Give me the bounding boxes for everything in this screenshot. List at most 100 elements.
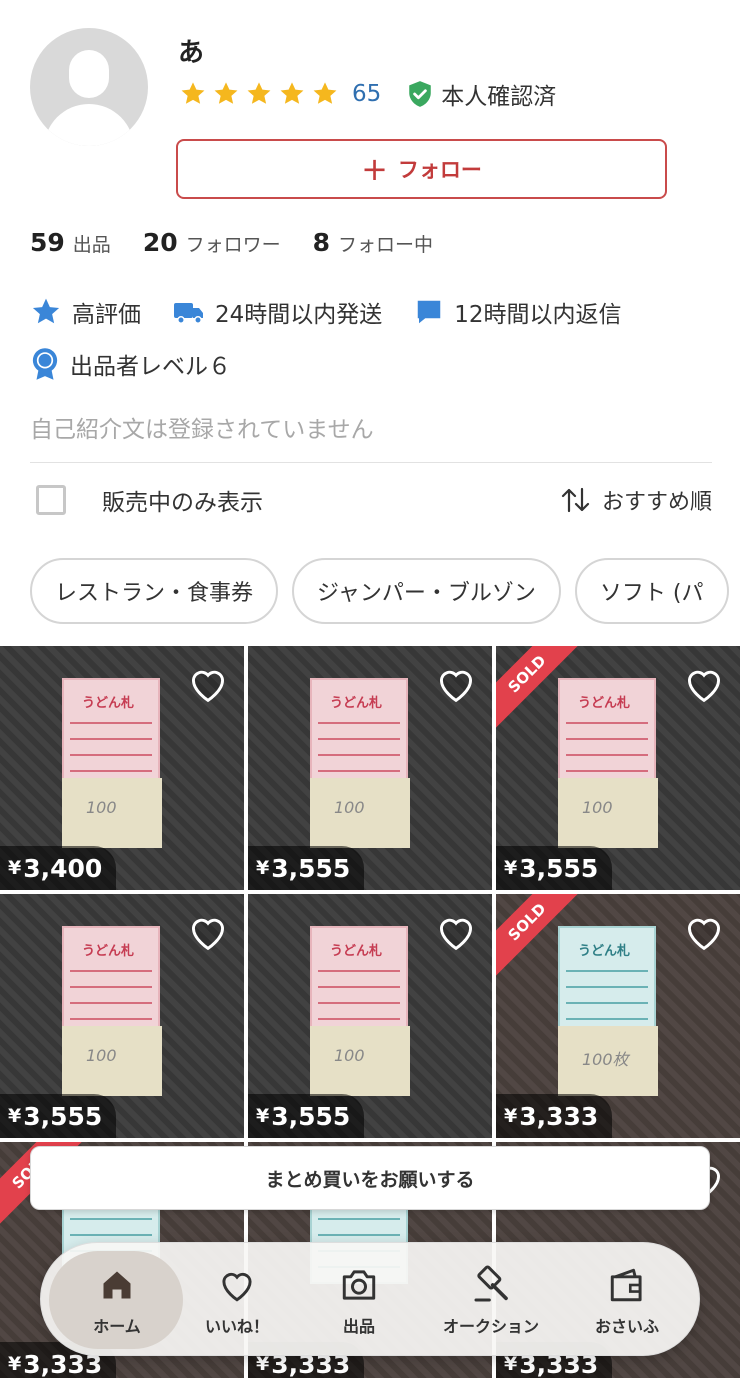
badge-reply: 12時間以内返信 (414, 295, 622, 329)
item-envelope: 100枚 (558, 1026, 658, 1096)
sort-button[interactable]: おすすめ順 (560, 484, 712, 516)
chip-jumper[interactable]: ジャンパー・ブルゾン (292, 558, 561, 624)
badge-label: 12時間以内返信 (454, 302, 622, 328)
star-icon (244, 79, 274, 109)
like-heart-icon[interactable] (682, 664, 726, 704)
envelope-note: 100 (86, 1046, 117, 1065)
price-value: 3,555 (271, 853, 351, 883)
price-value: 3,333 (519, 1101, 599, 1131)
item-card[interactable]: うどん札 100枚 SOLD ¥3,333 (496, 894, 740, 1138)
tab-sell[interactable]: 出品 (293, 1243, 425, 1357)
item-card[interactable]: うどん札 100 ¥3,555 (248, 894, 492, 1138)
item-card[interactable]: うどん札 100 ¥3,400 (0, 646, 244, 890)
verified-badge: 本人確認済 (407, 77, 556, 111)
star-icon (310, 79, 340, 109)
stat-label: 出品 (72, 234, 111, 256)
ticket-text: うどん札 (578, 696, 631, 711)
item-envelope: 100 (62, 778, 162, 848)
price-tag: ¥3,555 (496, 846, 613, 890)
tab-label: おさいふ (594, 1317, 659, 1336)
shield-check-icon (409, 81, 432, 107)
tab-label: いいね！ (204, 1317, 269, 1336)
price-tag: ¥3,333 (496, 1094, 613, 1138)
item-envelope: 100 (62, 1026, 162, 1096)
badge-high-rating: 高評価 (30, 295, 141, 329)
like-heart-icon[interactable] (434, 912, 478, 952)
ticket-text: うどん札 (82, 696, 135, 711)
item-envelope: 100 (310, 1026, 410, 1096)
stat-number: 8 (312, 228, 331, 257)
currency-symbol: ¥ (8, 1105, 22, 1127)
stat-number: 20 (142, 228, 178, 257)
badge-seller-level[interactable]: 出品者レベル６ (30, 347, 231, 381)
envelope-note: 100 (582, 798, 613, 817)
item-photo: うどん札 (62, 678, 160, 788)
heart-icon (215, 1263, 259, 1307)
filter-row: 販売中のみ表示 おすすめ順 (30, 478, 712, 522)
item-card[interactable]: うどん札 100 SOLD ¥3,555 (496, 646, 740, 890)
on-sale-checkbox[interactable] (36, 485, 66, 515)
stat-listings[interactable]: 59 出品 (30, 228, 111, 257)
avatar[interactable] (30, 28, 148, 146)
chip-software[interactable]: ソフト (パ (574, 558, 729, 624)
currency-symbol: ¥ (256, 857, 270, 879)
item-card[interactable]: うどん札 100 ¥3,555 (248, 646, 492, 890)
like-heart-icon[interactable] (186, 664, 230, 704)
envelope-note: 100 (334, 1046, 365, 1065)
bulk-buy-button[interactable]: まとめ買いをお願いする (30, 1146, 710, 1210)
chat-bubble-icon (414, 297, 444, 327)
badge-label: 24時間以内発送 (215, 302, 383, 328)
chip-restaurant[interactable]: レストラン・食事券 (30, 558, 279, 624)
sort-label: おすすめ順 (601, 490, 712, 515)
bottom-tab-bar: ホーム いいね！ 出品 オークション おさいふ (40, 1242, 700, 1356)
stat-label: フォロー中 (338, 234, 434, 256)
rating-row[interactable]: 65 本人確認済 (178, 78, 556, 110)
home-icon (95, 1263, 139, 1307)
price-tag: ¥3,400 (0, 846, 117, 890)
price-value: 3,400 (23, 853, 103, 883)
price-value: 3,555 (519, 853, 599, 883)
item-photo: うどん札 (558, 678, 656, 788)
item-card[interactable]: うどん札 100 ¥3,555 (0, 894, 244, 1138)
sort-arrows-icon (561, 487, 590, 513)
on-sale-only-toggle[interactable]: 販売中のみ表示 (30, 483, 263, 517)
star-icon (178, 79, 208, 109)
tab-likes[interactable]: いいね！ (171, 1243, 303, 1357)
envelope-note: 100 (86, 798, 117, 817)
item-photo: うどん札 (310, 678, 408, 788)
tab-home[interactable]: ホーム (51, 1243, 183, 1357)
verified-label: 本人確認済 (441, 84, 557, 110)
follow-button[interactable]: + フォロー (176, 139, 667, 199)
tab-label: 出品 (342, 1317, 375, 1336)
envelope-note: 100 (334, 798, 365, 817)
stat-following[interactable]: 8 フォロー中 (313, 228, 433, 257)
badge-label: 出品者レベル６ (70, 354, 231, 380)
item-photo: うどん札 (558, 926, 656, 1036)
truck-icon (173, 299, 205, 325)
ticket-text: うどん札 (82, 944, 135, 959)
divider (30, 462, 712, 463)
tab-wallet[interactable]: おさいふ (561, 1243, 693, 1357)
price-tag: ¥3,555 (248, 846, 365, 890)
badge-label: 高評価 (72, 302, 141, 328)
like-heart-icon[interactable] (434, 664, 478, 704)
item-photo: うどん札 (310, 926, 408, 1036)
like-heart-icon[interactable] (682, 912, 726, 952)
item-photo: うどん札 (62, 926, 160, 1036)
item-envelope: 100 (310, 778, 410, 848)
wallet-icon (605, 1263, 649, 1307)
stat-label: フォロワー (185, 234, 281, 256)
gavel-icon (469, 1263, 513, 1307)
stat-followers[interactable]: 20 フォロワー (143, 228, 281, 257)
currency-symbol: ¥ (504, 1105, 518, 1127)
tab-auction[interactable]: オークション (425, 1243, 557, 1357)
currency-symbol: ¥ (8, 857, 22, 879)
tab-label: ホーム (93, 1317, 141, 1336)
ticket-text: うどん札 (330, 696, 383, 711)
tab-label: オークション (442, 1317, 539, 1336)
like-heart-icon[interactable] (186, 912, 230, 952)
price-value: 3,555 (23, 1101, 103, 1131)
review-count[interactable]: 65 (352, 81, 381, 107)
price-tag: ¥3,555 (248, 1094, 365, 1138)
username: あ (178, 38, 205, 68)
